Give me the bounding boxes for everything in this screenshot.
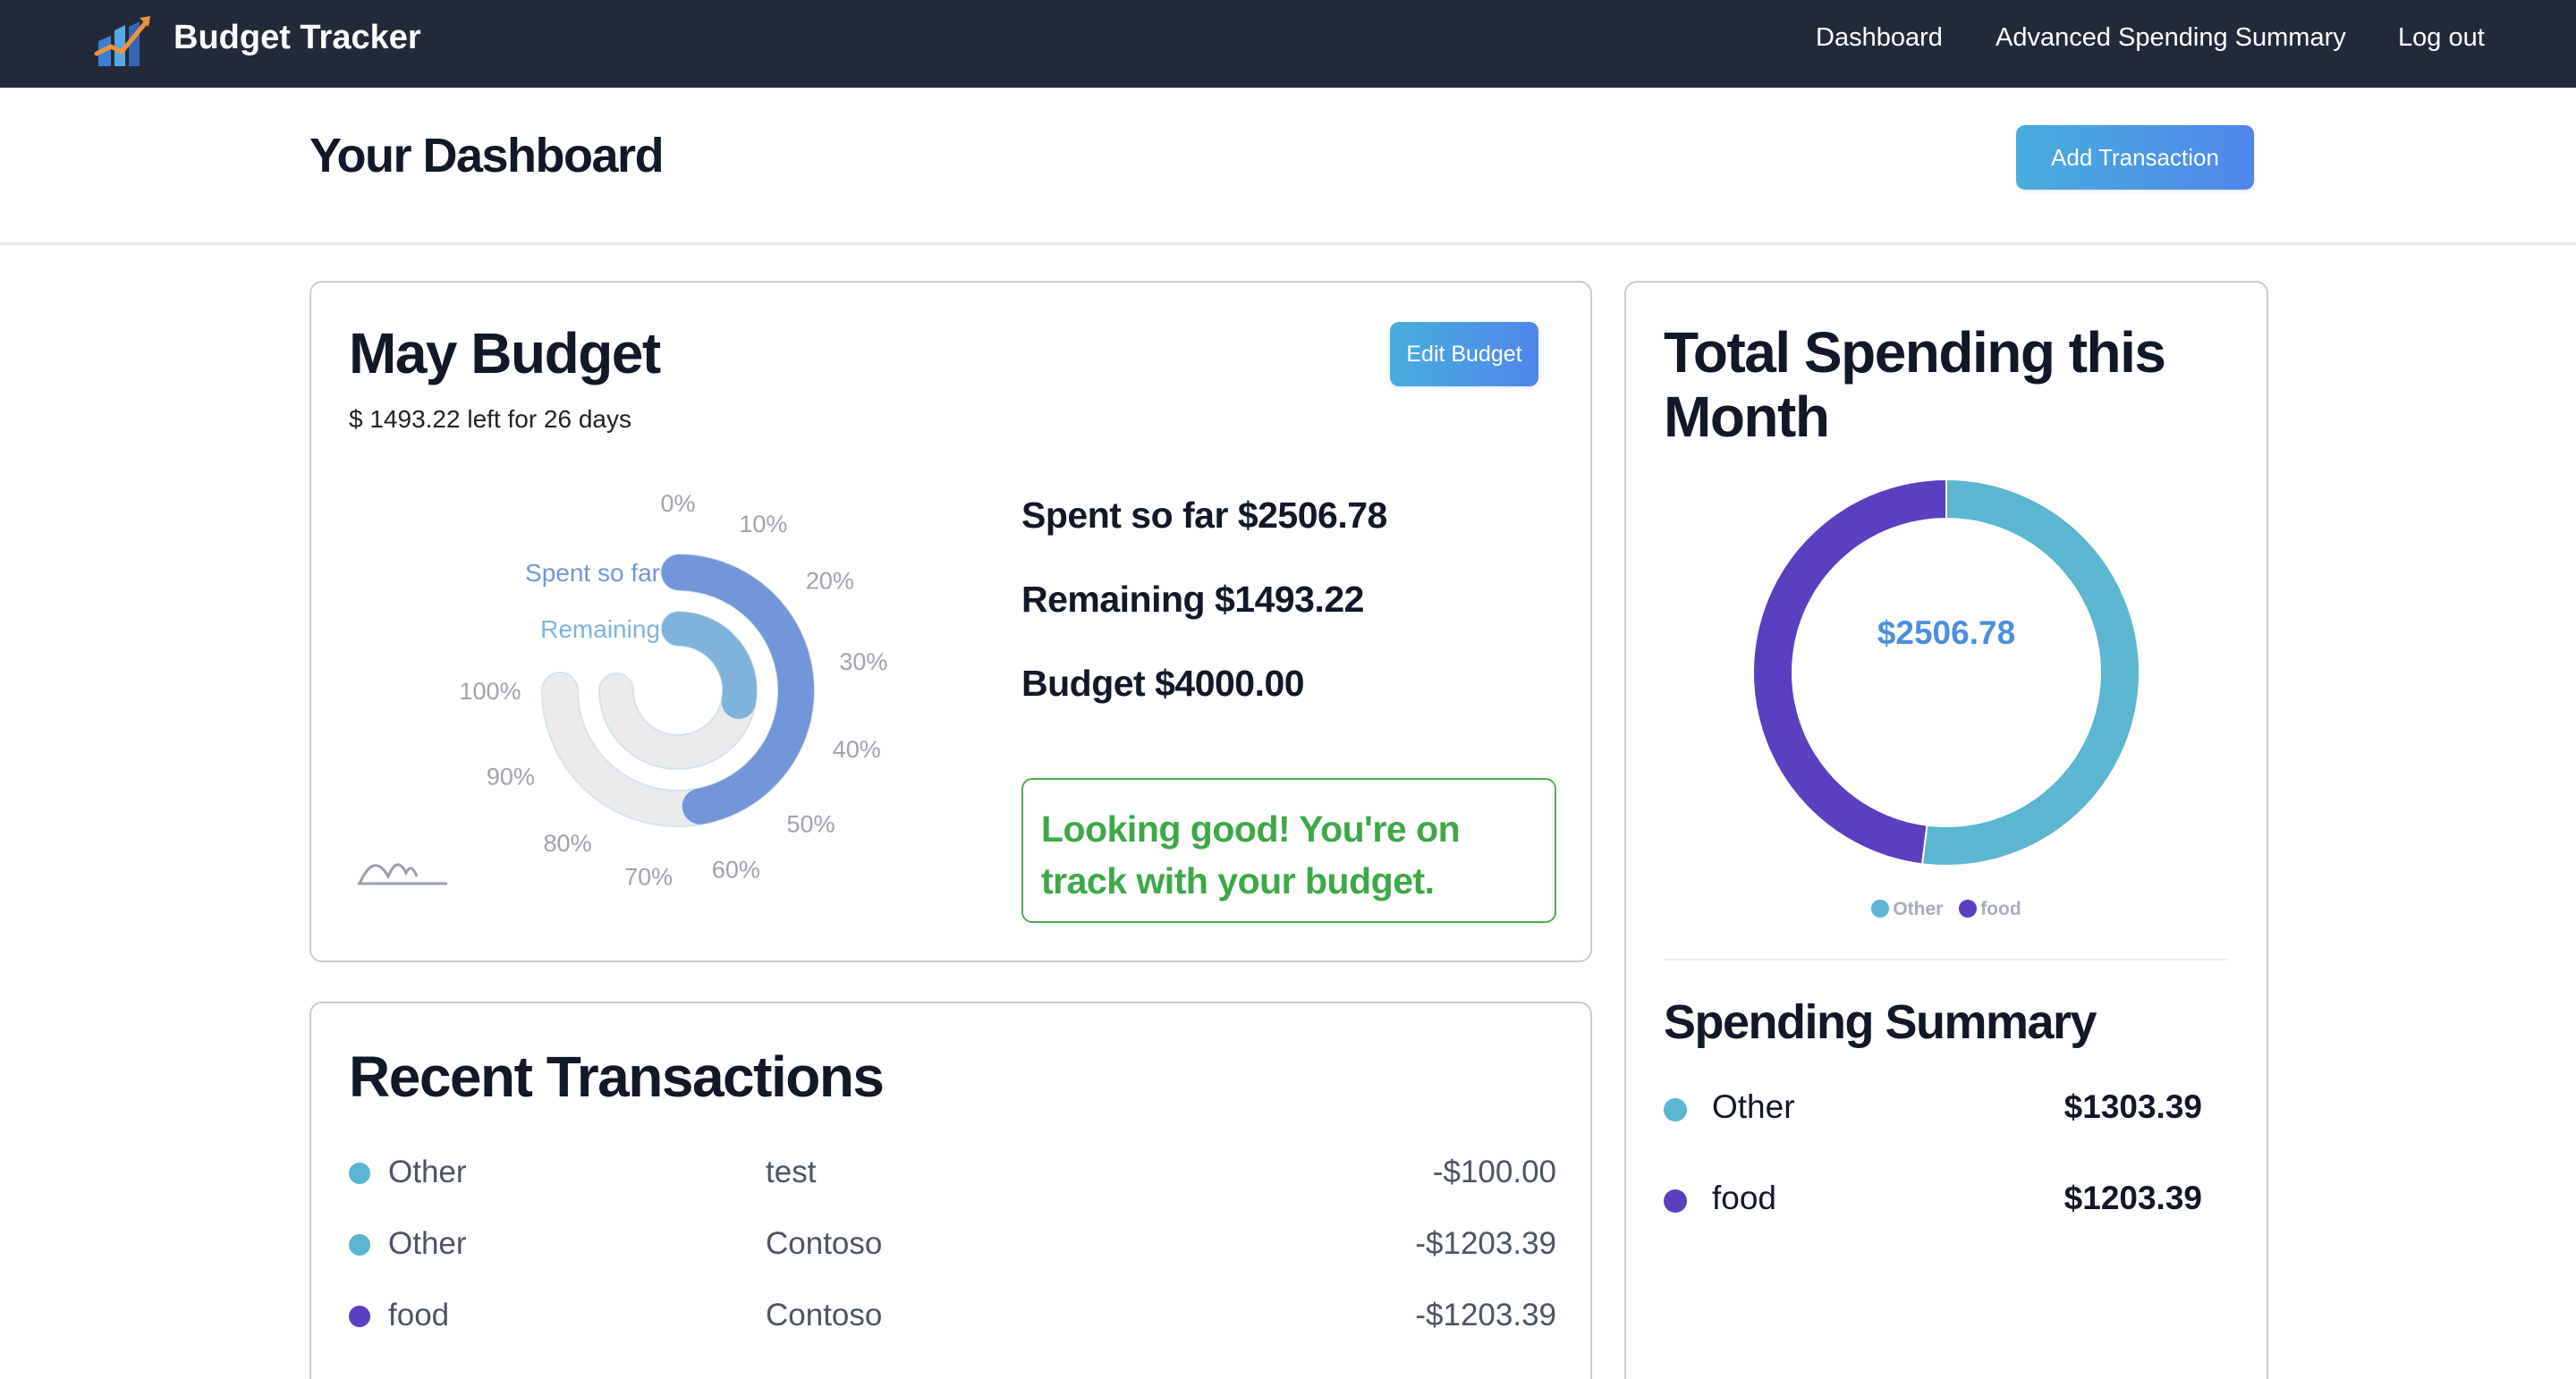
category-dot (349, 1306, 370, 1327)
spending-donut-chart (1752, 478, 2140, 867)
category-dot (1664, 1189, 1687, 1213)
category-dot (1664, 1098, 1687, 1121)
summary-row: food $1203.39 (1664, 1177, 2202, 1222)
transaction-row[interactable]: Other test -$100.00 (349, 1150, 1556, 1195)
nav-link-advanced-spending-summary[interactable]: Advanced Spending Summary (1996, 21, 2346, 54)
radial-tick-label: 100% (459, 678, 521, 705)
total-spending-title: Total Spending this Month (1664, 320, 2166, 449)
brand-title[interactable]: Budget Tracker (174, 18, 421, 57)
radial-tick-label: 50% (786, 810, 835, 837)
total-spending-card: Total Spending this Month $2506.78 Other… (1624, 281, 2268, 1379)
transaction-category: Other (388, 1155, 467, 1189)
radial-series-label: Spent so far (525, 559, 660, 587)
transaction-amount: -$1203.39 (1415, 1298, 1556, 1332)
radial-tick-label: 40% (833, 736, 881, 763)
edit-budget-button[interactable]: Edit Budget (1390, 322, 1538, 386)
summary-amount: $1203.39 (2063, 1180, 2202, 1216)
transaction-category: Other (388, 1226, 467, 1261)
donut-slice-food[interactable] (1752, 478, 1947, 866)
category-dot (349, 1234, 370, 1256)
legend-item-food[interactable]: food (1959, 898, 2021, 921)
summary-category: Other (1712, 1088, 1795, 1125)
radial-tick-label: 10% (739, 511, 787, 537)
transaction-amount: -$1203.39 (1415, 1226, 1556, 1261)
nav-link-log-out[interactable]: Log out (2398, 21, 2485, 54)
recent-transactions-card: Recent Transactions Other test -$100.00 Oth… (309, 1002, 1592, 1379)
stat-budget: Budget $4000.00 (1021, 663, 1305, 704)
radial-tick-label: 70% (624, 863, 673, 890)
top-navbar: Budget Tracker Dashboard Advanced Spendi… (0, 0, 2576, 88)
budget-status-message: Looking good! You're on track with your … (1041, 808, 1461, 901)
transaction-description: test (766, 1155, 817, 1189)
transaction-category: food (388, 1298, 450, 1332)
stat-spent: Spent so far $2506.78 (1021, 495, 1387, 536)
category-dot (349, 1163, 370, 1184)
transaction-row[interactable]: food Contoso -$1203.39 (349, 1293, 1556, 1338)
stat-remaining: Remaining $1493.22 (1021, 579, 1364, 620)
divider (1664, 959, 2227, 960)
legend-item-other[interactable]: Other (1871, 898, 1943, 921)
legend-dot (1959, 900, 1978, 918)
page-header: Your Dashboard Add Transaction (0, 88, 2576, 245)
radial-bar-remaining[interactable] (661, 612, 757, 719)
donut-slice-other[interactable] (1920, 478, 2140, 867)
radial-tick-label: 90% (487, 763, 535, 790)
chart-logo-icon[interactable] (91, 11, 156, 68)
budget-radial-chart: Spent so far Remaining 0% 10% 20% 30% 40% 50% 60… (358, 490, 887, 890)
nav-link-dashboard[interactable]: Dashboard (1816, 21, 1943, 54)
budget-card: May Budget $ 1493.22 left for 26 days Ed… (309, 281, 1592, 962)
recent-transactions-title: Recent Transactions (349, 1045, 885, 1109)
chart-watermark-icon (358, 863, 447, 885)
add-transaction-button[interactable]: Add Transaction (2016, 125, 2254, 190)
summary-row: Other $1303.39 (1664, 1086, 2202, 1130)
radial-tick-label: 20% (806, 568, 854, 595)
donut-total-label: $2506.78 (1877, 614, 2016, 651)
legend-dot (1871, 900, 1890, 918)
transaction-row[interactable]: Other Contoso -$1203.39 (349, 1222, 1556, 1266)
donut-legend: Other food (1626, 898, 2267, 921)
spending-summary-title: Spending Summary (1664, 995, 2097, 1049)
budget-status-alert: Looking good! You're on track with your … (1021, 778, 1556, 923)
radial-tick-label: 60% (712, 857, 760, 884)
summary-amount: $1303.39 (2063, 1088, 2202, 1125)
transaction-description: Contoso (766, 1226, 883, 1261)
transaction-description: Contoso (766, 1298, 883, 1332)
summary-category: food (1712, 1180, 1777, 1216)
page-title: Your Dashboard (309, 129, 665, 182)
transaction-amount: -$100.00 (1432, 1155, 1556, 1189)
legend-label: food (1980, 899, 2021, 919)
radial-series-label: Remaining (540, 615, 660, 643)
radial-tick-label: 30% (839, 648, 887, 675)
radial-tick-label: 80% (544, 830, 592, 857)
legend-label: Other (1893, 899, 1944, 919)
radial-tick-label: 0% (660, 490, 695, 517)
